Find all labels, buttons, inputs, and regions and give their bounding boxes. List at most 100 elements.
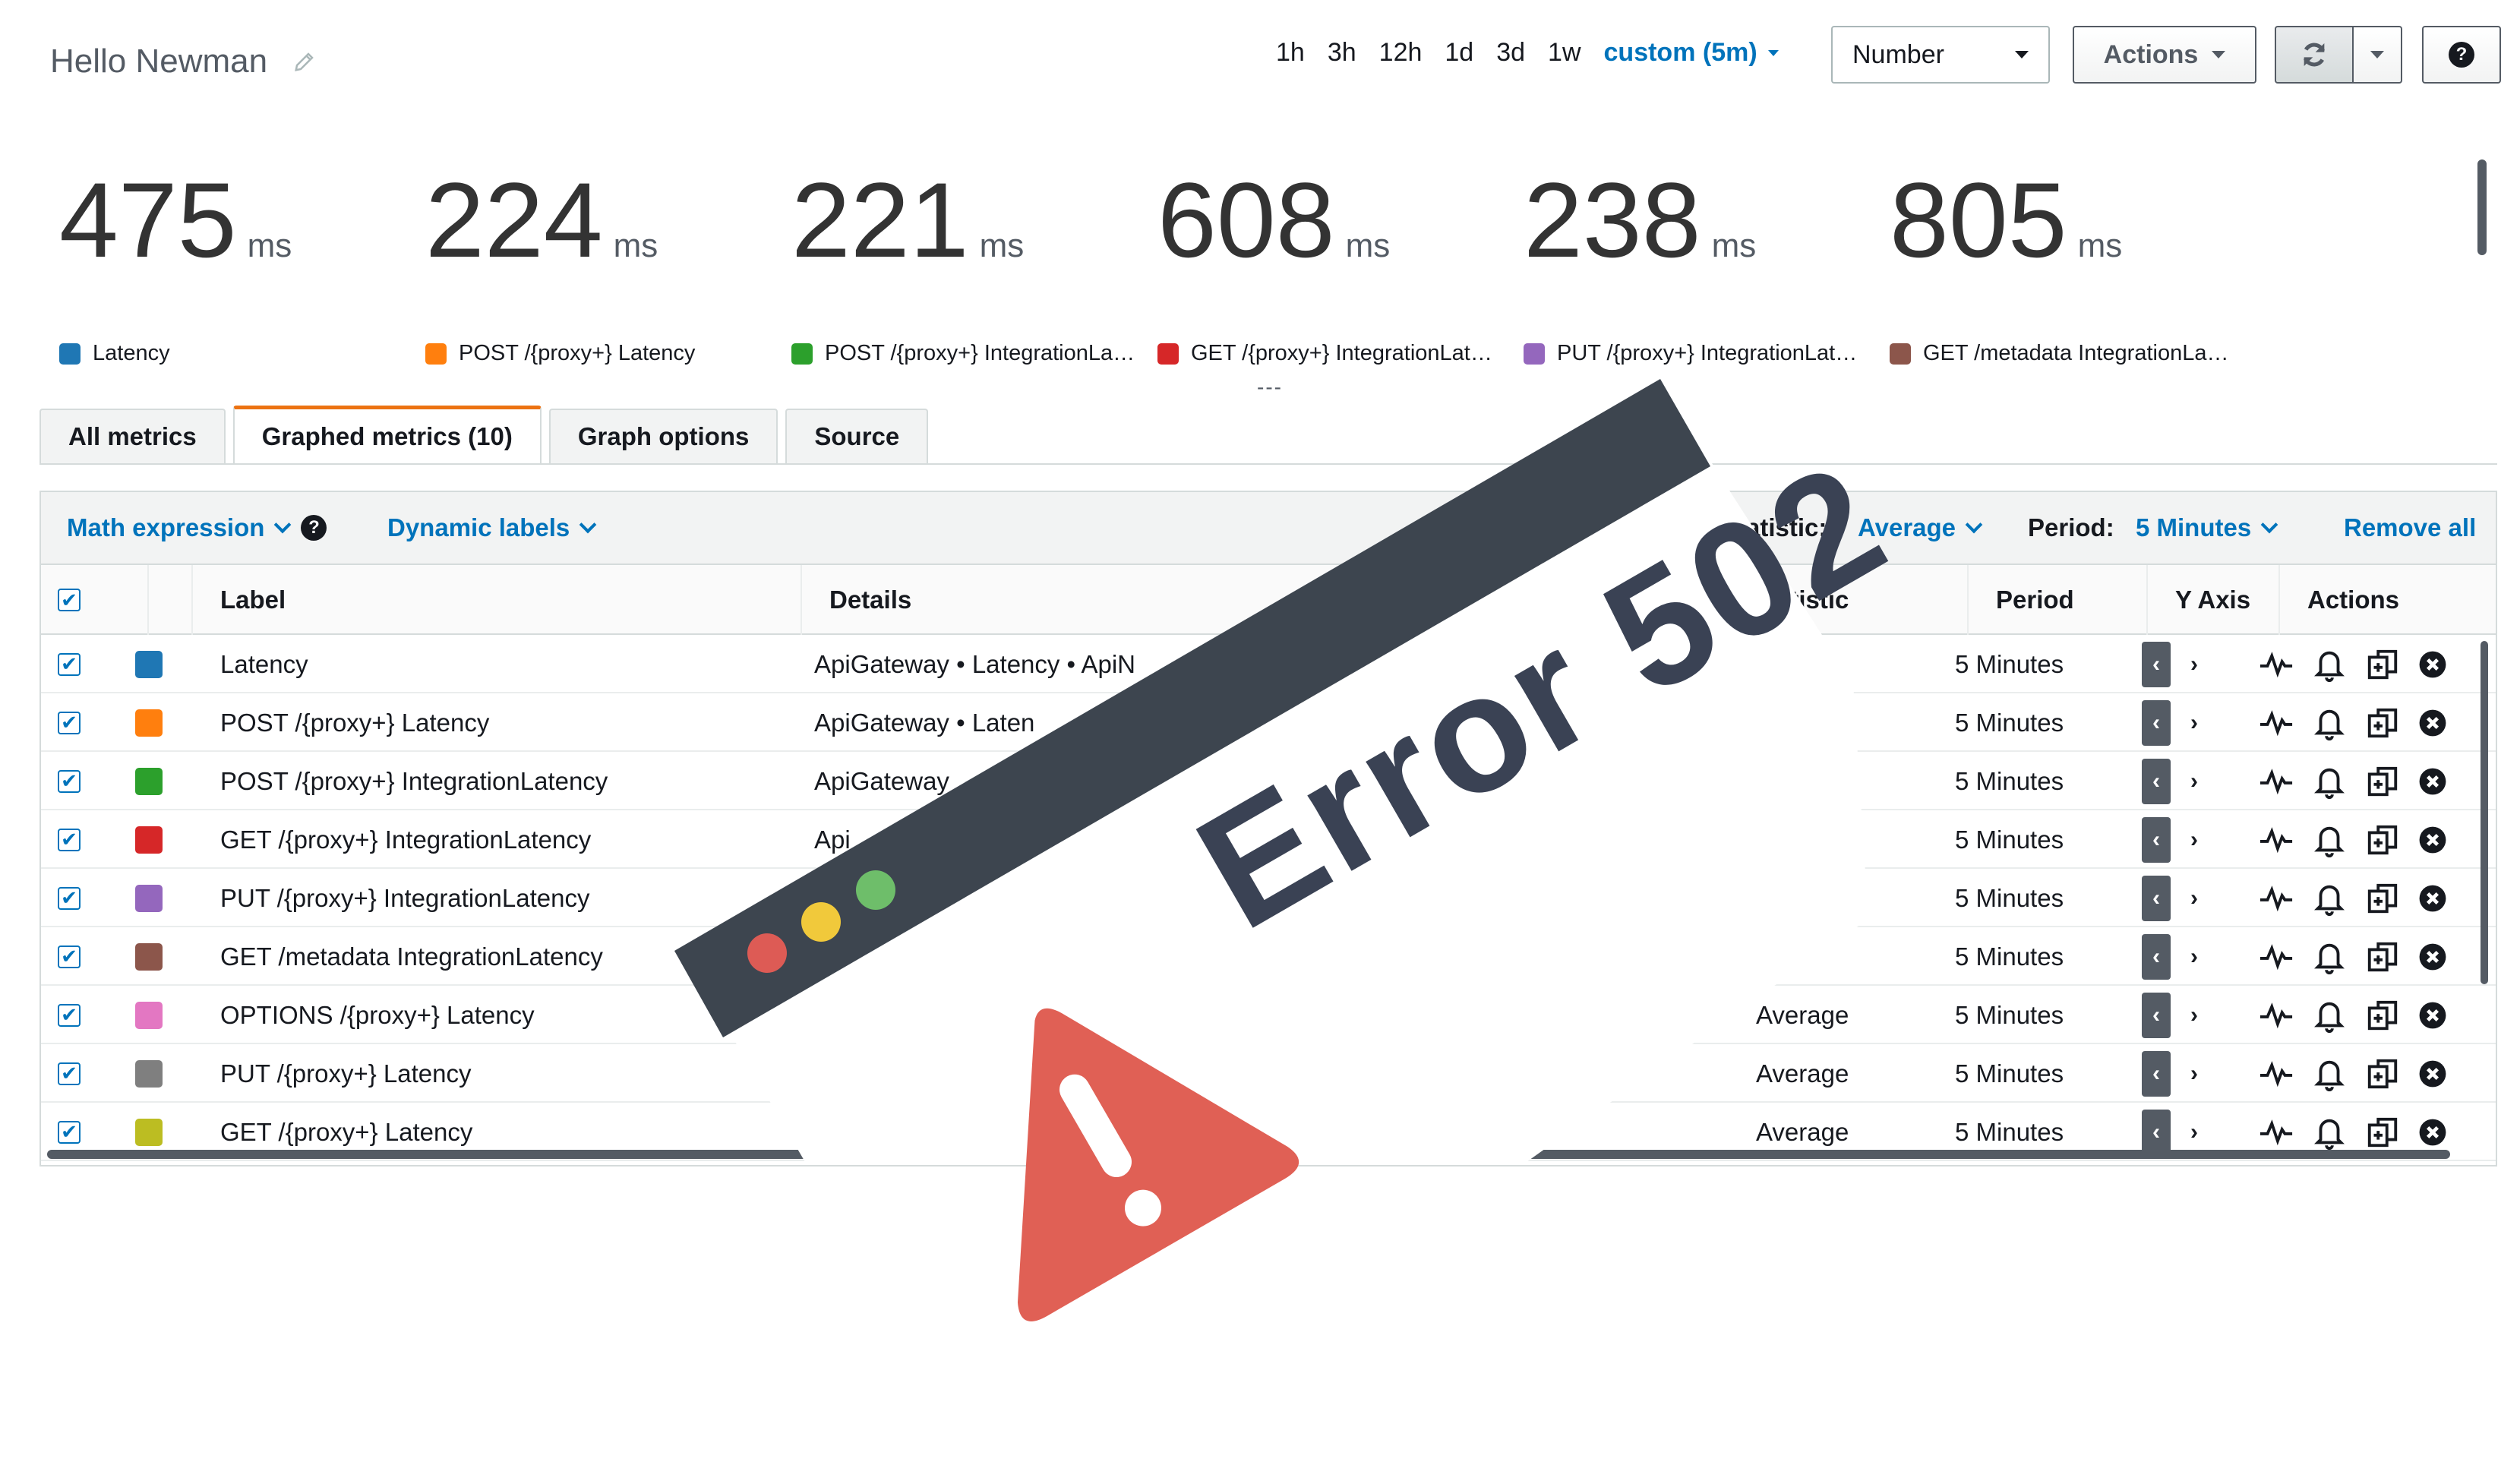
row-color-swatch[interactable] <box>135 826 163 854</box>
actions-button[interactable]: Actions <box>2073 26 2256 84</box>
row-color-swatch[interactable] <box>135 650 163 678</box>
graph-icon[interactable] <box>2259 1056 2294 1091</box>
graph-icon[interactable] <box>2259 881 2294 916</box>
y-axis-right-button[interactable]: › <box>2180 759 2209 804</box>
graph-icon[interactable] <box>2259 647 2294 682</box>
row-color-swatch[interactable] <box>135 884 163 912</box>
time-range-1d[interactable]: 1d <box>1445 38 1473 68</box>
column-statistic[interactable]: tatistic <box>1765 565 1985 635</box>
duplicate-icon[interactable] <box>2365 1056 2400 1091</box>
refresh-button[interactable] <box>2275 26 2354 84</box>
column-label[interactable]: Label <box>191 565 842 635</box>
y-axis-right-button[interactable]: › <box>2180 934 2209 980</box>
bell-icon[interactable] <box>2312 998 2347 1033</box>
duplicate-icon[interactable] <box>2365 1115 2400 1150</box>
select-all-checkbox[interactable]: ✔ <box>58 589 81 611</box>
time-range-12h[interactable]: 12h <box>1379 38 1423 68</box>
row-label[interactable]: OPTIONS /{proxy+} Latency <box>220 986 797 1044</box>
y-axis-right-button[interactable]: › <box>2180 817 2209 863</box>
graph-icon[interactable] <box>2259 822 2294 857</box>
row-statistic[interactable]: Average <box>1756 1044 1938 1103</box>
row-checkbox[interactable]: ✔ <box>58 711 81 734</box>
row-checkbox[interactable]: ✔ <box>58 652 81 676</box>
bell-icon[interactable] <box>2312 706 2347 740</box>
duplicate-icon[interactable] <box>2365 822 2400 857</box>
remove-icon[interactable] <box>2418 942 2447 971</box>
column-y-axis[interactable]: Y Axis <box>2146 565 2294 635</box>
widget-type-select[interactable]: Number <box>1831 26 2050 84</box>
bell-icon[interactable] <box>2312 881 2347 916</box>
stat-widget[interactable]: 475 ms Latency <box>59 163 409 366</box>
remove-icon[interactable] <box>2418 1118 2447 1147</box>
remove-icon[interactable] <box>2418 884 2447 913</box>
row-period[interactable]: 5 Minutes <box>1955 693 2137 752</box>
duplicate-icon[interactable] <box>2365 647 2400 682</box>
row-label[interactable]: PUT /{proxy+} IntegrationLatency <box>220 869 797 927</box>
remove-icon[interactable] <box>2418 767 2447 796</box>
tab-all-metrics[interactable]: All metrics <box>39 409 226 463</box>
row-checkbox[interactable]: ✔ <box>58 886 81 910</box>
tab-source[interactable]: Source <box>785 409 929 463</box>
time-range-1h[interactable]: 1h <box>1276 38 1305 68</box>
graph-icon[interactable] <box>2259 764 2294 799</box>
time-range-3d[interactable]: 3d <box>1496 38 1525 68</box>
y-axis-right-button[interactable]: › <box>2180 1051 2209 1097</box>
y-axis-right-button[interactable]: › <box>2180 642 2209 687</box>
row-period[interactable]: 5 Minutes <box>1955 810 2137 869</box>
row-statistic[interactable] <box>1756 810 1938 869</box>
period-dropdown[interactable]: 5 Minutes <box>2136 513 2278 542</box>
row-checkbox[interactable]: ✔ <box>58 769 81 793</box>
remove-icon[interactable] <box>2418 709 2447 737</box>
row-color-swatch[interactable] <box>135 709 163 737</box>
row-period[interactable]: 5 Minutes <box>1955 1044 2137 1103</box>
remove-icon[interactable] <box>2418 826 2447 854</box>
row-statistic[interactable]: Average <box>1756 986 1938 1044</box>
tab-graphed-metrics[interactable]: Graphed metrics (10) <box>232 406 542 463</box>
row-statistic[interactable] <box>1756 869 1938 927</box>
y-axis-left-button[interactable]: ‹ <box>2142 699 2171 746</box>
row-label[interactable]: GET /{proxy+} IntegrationLatency <box>220 810 797 869</box>
duplicate-icon[interactable] <box>2365 881 2400 916</box>
table-row[interactable]: ✔ POST /{proxy+} Latency ApiGateway • Late… <box>41 693 2496 752</box>
graph-icon[interactable] <box>2259 998 2294 1033</box>
graph-icon[interactable] <box>2259 706 2294 740</box>
table-row[interactable]: ✔ GET /{proxy+} IntegrationLatency Api 5 Mi… <box>41 810 2496 869</box>
row-label[interactable]: GET /metadata IntegrationLatency <box>220 927 797 986</box>
table-horizontal-scrollbar[interactable] <box>47 1150 2450 1159</box>
row-statistic[interactable] <box>1756 752 1938 810</box>
tab-graph-options[interactable]: Graph options <box>548 409 778 463</box>
y-axis-right-button[interactable]: › <box>2180 1110 2209 1155</box>
stat-widget[interactable]: 221 ms POST /{proxy+} IntegrationLa… <box>791 163 1141 366</box>
stats-scrollbar[interactable] <box>2477 159 2487 255</box>
statistic-dropdown[interactable]: Average <box>1858 513 1983 542</box>
row-period[interactable]: 5 Minutes <box>1955 927 2137 986</box>
stat-widget[interactable]: 805 ms GET /metadata IntegrationLa… <box>1890 163 2239 366</box>
table-row[interactable]: ✔ Latency ApiGateway • Latency • ApiN ne 5 M… <box>41 635 2496 693</box>
time-range-custom[interactable]: custom (5m) <box>1604 38 1779 68</box>
help-icon[interactable]: ? <box>301 515 327 541</box>
row-color-swatch[interactable] <box>135 1001 163 1029</box>
row-checkbox[interactable]: ✔ <box>58 1003 81 1027</box>
bell-icon[interactable] <box>2312 822 2347 857</box>
help-button[interactable]: ? <box>2422 26 2501 84</box>
row-checkbox[interactable]: ✔ <box>58 1120 81 1144</box>
y-axis-left-button[interactable]: ‹ <box>2142 1050 2171 1097</box>
row-period[interactable]: 5 Minutes <box>1955 986 2137 1044</box>
row-color-swatch[interactable] <box>135 942 163 971</box>
table-row[interactable]: ✔ OPTIONS /{proxy+} Latency Average 5 Minut… <box>41 986 2496 1044</box>
row-label[interactable]: POST /{proxy+} Latency <box>220 693 797 752</box>
y-axis-left-button[interactable]: ‹ <box>2142 641 2171 687</box>
y-axis-left-button[interactable]: ‹ <box>2142 1109 2171 1155</box>
duplicate-icon[interactable] <box>2365 998 2400 1033</box>
row-checkbox[interactable]: ✔ <box>58 828 81 851</box>
bell-icon[interactable] <box>2312 647 2347 682</box>
row-period[interactable]: 5 Minutes <box>1955 752 2137 810</box>
row-period[interactable]: 5 Minutes <box>1955 635 2137 693</box>
graph-icon[interactable] <box>2259 1115 2294 1150</box>
row-statistic[interactable]: ne <box>1756 635 1938 693</box>
row-color-swatch[interactable] <box>135 1118 163 1146</box>
stat-widget[interactable]: 238 ms PUT /{proxy+} IntegrationLat… <box>1524 163 1873 366</box>
y-axis-left-button[interactable]: ‹ <box>2142 933 2171 980</box>
y-axis-left-button[interactable]: ‹ <box>2142 992 2171 1038</box>
duplicate-icon[interactable] <box>2365 764 2400 799</box>
